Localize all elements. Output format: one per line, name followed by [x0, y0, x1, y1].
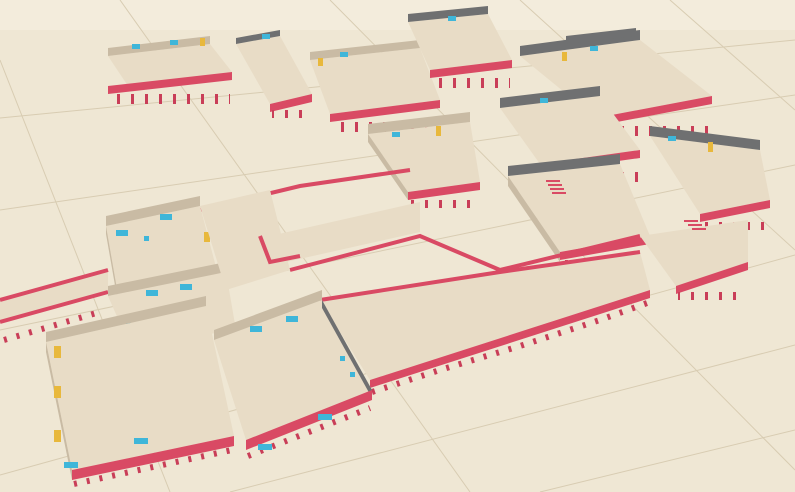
scene-canvas[interactable]	[0, 0, 795, 492]
window-panel-icon	[540, 98, 548, 103]
yellow-door-icon	[562, 52, 567, 61]
window-panel-icon	[392, 132, 400, 137]
blue-chair-icon	[144, 236, 149, 241]
window-panel-icon	[250, 326, 262, 332]
yellow-door-icon	[54, 430, 61, 442]
yellow-door-icon	[708, 142, 713, 152]
yellow-door-icon	[200, 38, 205, 46]
scene-viewport[interactable]	[0, 0, 795, 492]
blue-chair-icon	[350, 372, 355, 377]
window-panel-icon	[170, 40, 178, 45]
window-panel-icon	[258, 444, 272, 450]
window-panel-icon	[146, 290, 158, 296]
window-panel-icon	[64, 462, 78, 468]
window-panel-icon	[668, 136, 676, 141]
window-panel-icon	[286, 316, 298, 322]
window-panel-icon	[134, 438, 148, 444]
yellow-door-icon	[54, 386, 61, 398]
window-panel-icon	[116, 230, 128, 236]
yellow-door-icon	[318, 58, 323, 66]
window-panel-icon	[180, 284, 192, 290]
yellow-door-icon	[436, 126, 441, 136]
blue-chair-icon	[340, 356, 345, 361]
window-panel-icon	[340, 52, 348, 57]
window-panel-icon	[590, 46, 598, 51]
window-panel-icon	[448, 16, 456, 21]
window-panel-icon	[318, 414, 332, 420]
window-panel-icon	[262, 34, 270, 39]
window-panel-icon	[160, 214, 172, 220]
window-panel-icon	[132, 44, 140, 49]
yellow-door-icon	[54, 346, 61, 358]
